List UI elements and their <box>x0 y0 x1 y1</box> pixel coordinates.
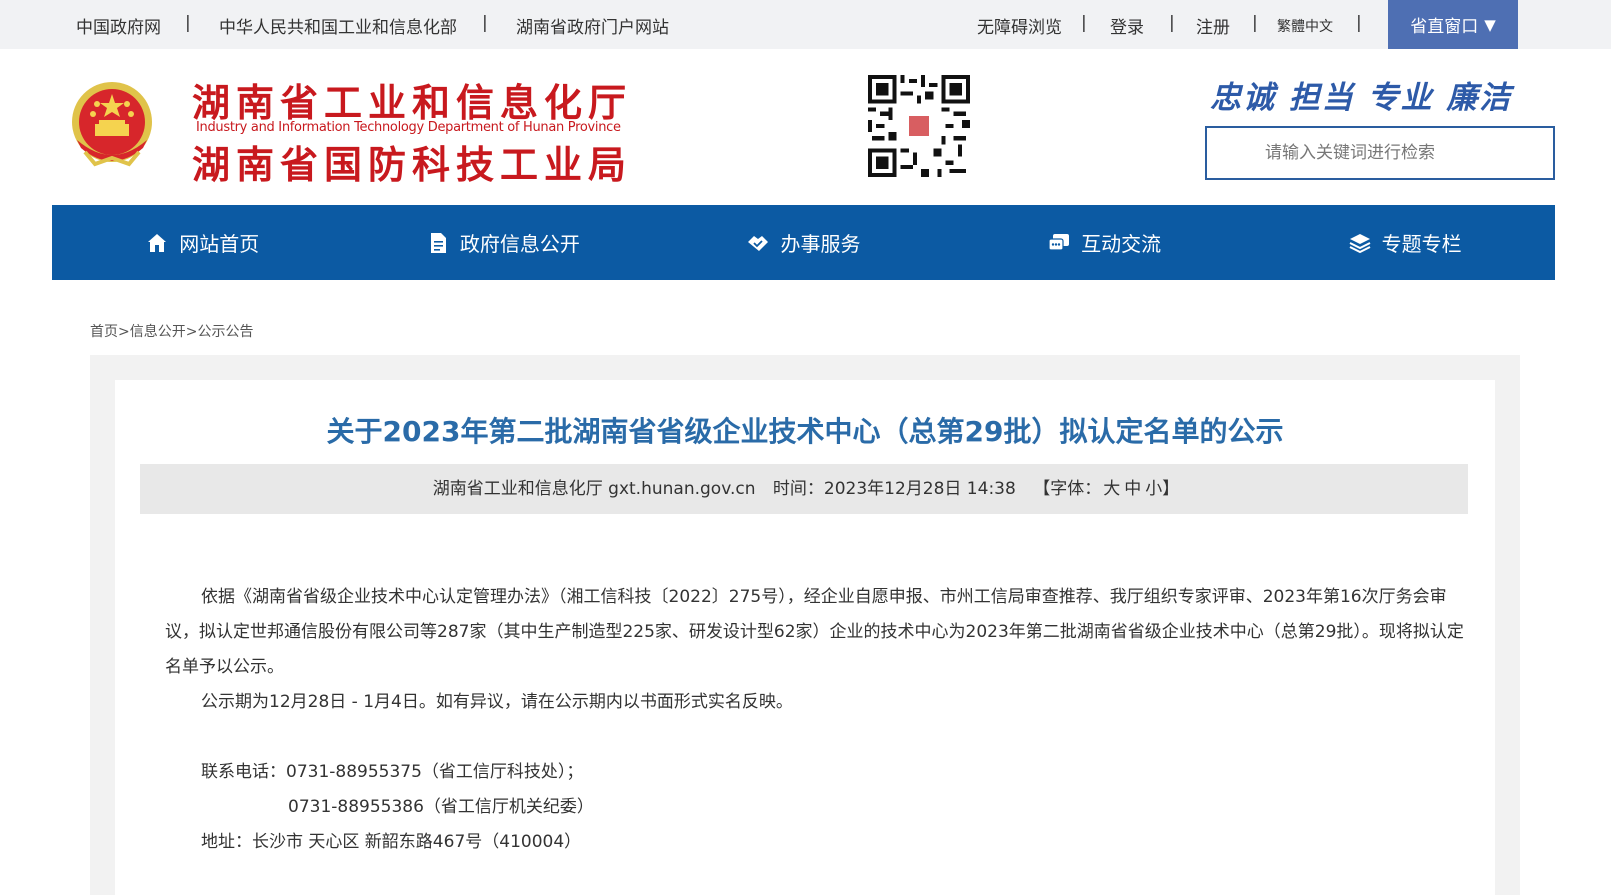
contact-phone-2: 0731-88955386（省工信厅机关纪委） <box>288 797 594 817</box>
chat-icon <box>1048 233 1070 251</box>
province-window-button[interactable]: 省直窗口 ▼ <box>1388 0 1518 49</box>
home-icon <box>148 233 167 252</box>
font-size-label: 【字体： <box>1033 479 1102 499</box>
accessibility-link[interactable]: 无障碍浏览 <box>977 13 1062 38</box>
article-paragraph: 依据《湖南省省级企业技术中心认定管理办法》（湘工信科技〔2022〕275号），经… <box>165 587 1464 677</box>
link-china-gov[interactable]: 中国政府网 <box>76 13 161 38</box>
font-size-large[interactable]: 大 <box>1103 479 1120 499</box>
nav-item-label: 专题专栏 <box>1381 232 1462 256</box>
font-size-medium[interactable]: 中 <box>1124 479 1141 499</box>
logo-title-primary: 湖南省工业和信息化厅 <box>192 80 633 125</box>
nav-item-interaction[interactable]: 互动交流 <box>954 205 1255 280</box>
search-input[interactable]: 请输入关键词进行检索 <box>1205 126 1555 180</box>
motto-slogan: 忠诚 担当 专业 廉洁 <box>1210 80 1513 116</box>
logo-title-secondary: 湖南省国防科技工业局 <box>192 142 633 187</box>
nav-item-label: 网站首页 <box>179 232 260 256</box>
separator: | <box>1081 13 1087 33</box>
article-time: 时间：2023年12月28日 14:38 <box>772 479 1016 499</box>
logo-title-english: Industry and Information Technology Depa… <box>196 120 621 135</box>
traditional-chinese-link[interactable]: 繁體中文 <box>1277 16 1333 36</box>
register-link[interactable]: 注册 <box>1196 13 1230 38</box>
nav-item-home[interactable]: 网站首页 <box>52 205 353 280</box>
qr-code-icon <box>868 75 970 177</box>
top-bar: 中国政府网 | 中华人民共和国工业和信息化部 | 湖南省政府门户网站 无障碍浏览… <box>0 0 1611 49</box>
article-title: 关于2023年第二批湖南省省级企业技术中心（总第29批）拟认定名单的公示 <box>326 415 1284 448</box>
national-emblem-icon <box>72 82 152 167</box>
separator: | <box>185 13 191 33</box>
nav-item-label: 互动交流 <box>1081 232 1162 256</box>
nav-item-gov-info[interactable]: 政府信息公开 <box>353 205 654 280</box>
breadcrumb[interactable]: 首页>信息公开>公示公告 <box>90 321 253 341</box>
separator: | <box>482 13 488 33</box>
nav-item-label: 办事服务 <box>780 232 861 256</box>
article-paragraph: 公示期为12月28日 - 1月4日。如有异议，请在公示期内以书面形式实名反映。 <box>201 692 793 712</box>
login-link[interactable]: 登录 <box>1110 13 1144 38</box>
document-icon <box>430 232 446 253</box>
nav-item-services[interactable]: 办事服务 <box>653 205 954 280</box>
separator: | <box>1356 13 1362 33</box>
contact-phone-1: 联系电话：0731-88955375（省工信厅科技处）； <box>201 762 584 782</box>
link-hunan-gov[interactable]: 湖南省政府门户网站 <box>516 13 669 38</box>
layers-icon <box>1349 233 1371 253</box>
main-navigation: 网站首页 政府信息公开 办事服务 互动交流 专题专栏 <box>52 205 1555 280</box>
nav-item-topics[interactable]: 专题专栏 <box>1254 205 1555 280</box>
separator: | <box>1252 13 1258 33</box>
font-size-small[interactable]: 小】 <box>1145 479 1179 499</box>
nav-item-label: 政府信息公开 <box>459 232 580 256</box>
caret-down-icon: ▼ <box>1484 15 1496 34</box>
link-miit[interactable]: 中华人民共和国工业和信息化部 <box>219 13 457 38</box>
contact-address: 地址：长沙市 天心区 新韶东路467号（410004） <box>201 832 582 852</box>
article-source: 湖南省工业和信息化厅 gxt.hunan.gov.cn <box>432 479 756 499</box>
article-container: 关于2023年第二批湖南省省级企业技术中心（总第29批）拟认定名单的公示 湖南省… <box>115 380 1495 895</box>
article-meta: 湖南省工业和信息化厅 gxt.hunan.gov.cn 时间：2023年12月2… <box>140 464 1468 514</box>
separator: | <box>1169 13 1175 33</box>
province-window-label: 省直窗口 <box>1410 17 1479 37</box>
handshake-icon <box>748 235 769 251</box>
article-body: 依据《湖南省省级企业技术中心认定管理办法》（湘工信科技〔2022〕275号），经… <box>165 580 1465 860</box>
